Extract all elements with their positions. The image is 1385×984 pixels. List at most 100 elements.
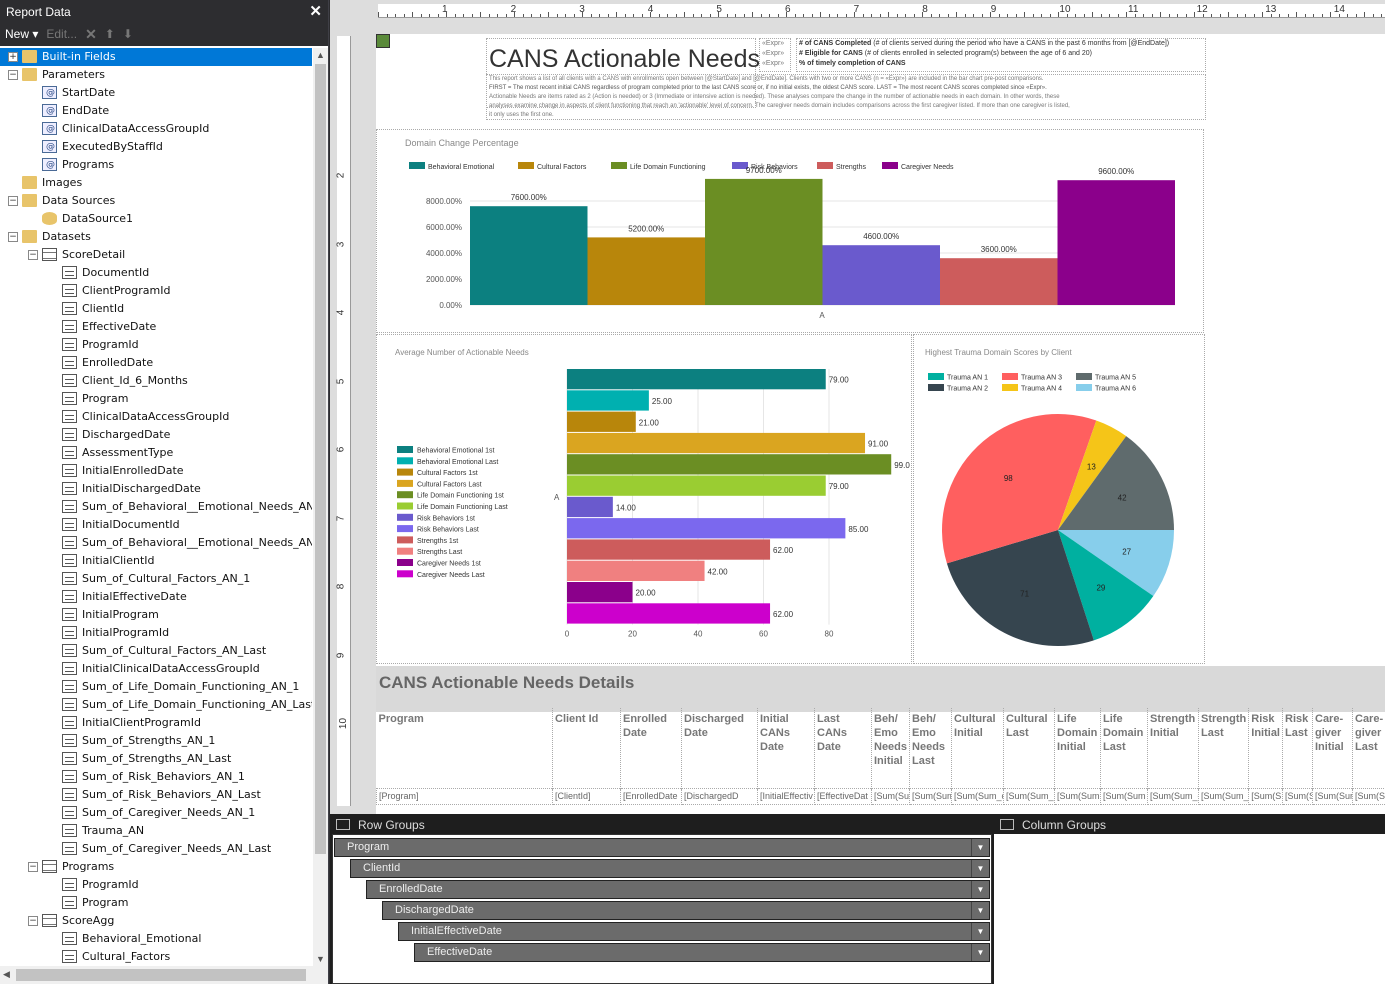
chevron-down-icon[interactable]: ▼ [971,860,989,877]
row-group-enrolleddate[interactable]: EnrolledDate ▼ [366,880,990,899]
edit-button[interactable]: Edit... [46,27,77,41]
tree-item-executedbystaffid[interactable]: ExecutedByStaffId [0,138,312,156]
column-header[interactable]: Beh/ Emo Needs Initial [871,708,911,788]
tree-item-clinicaldataaccessgroupid[interactable]: ClinicalDataAccessGroupId [0,120,312,138]
chevron-down-icon[interactable]: ▼ [971,881,989,898]
tree-item-initialclientid[interactable]: InitialClientId [0,552,312,570]
column-header[interactable]: Strength Initial [1147,708,1200,788]
tree-item-enrolleddate[interactable]: EnrolledDate [0,354,312,372]
table-cell[interactable]: [Program] [376,787,553,805]
image-icon[interactable] [376,34,390,48]
column-header[interactable]: Strength Last [1198,708,1250,788]
table-cell[interactable]: [Sum(Sum_o [1198,787,1250,805]
table-cell[interactable]: [Sum(Sum_ [1003,787,1056,805]
tree-item-data-sources[interactable]: − Data Sources [0,192,312,210]
tree-item-sum-of-life-domain-functioning-an-1[interactable]: Sum_of_Life_Domain_Functioning_AN_1 [0,678,312,696]
tree-item-program[interactable]: Program [0,894,312,912]
tree-item-effectivedate[interactable]: EffectiveDate [0,318,312,336]
tree-item-sum-of-behavioral-emotional-needs-an-la[interactable]: Sum_of_Behavioral__Emotional_Needs_AN_La [0,534,312,552]
collapse-icon[interactable]: − [8,232,18,242]
tree-item-initialdischargeddate[interactable]: InitialDischargedDate [0,480,312,498]
column-header[interactable]: Last CANs Date [814,708,872,788]
tree-item-cultural-factors[interactable]: Cultural_Factors [0,948,312,966]
details-table[interactable]: Program Client Id Enrolled Date Discharged … [376,708,1385,808]
move-down-icon[interactable]: ⬇ [123,27,133,41]
expr-boxes[interactable]: «Expr» «Expr» «Expr» [759,38,791,72]
tree-item-behavioral-emotional[interactable]: Behavioral_Emotional [0,930,312,948]
table-cell[interactable]: [DischargedD [681,787,758,805]
tree-item-scoredetail[interactable]: − ScoreDetail [0,246,312,264]
table-cell[interactable]: [Sum(Sum [909,787,953,805]
tree-item-initialclinicaldataaccessgroupid[interactable]: InitialClinicalDataAccessGroupId [0,660,312,678]
tree-item-sum-of-caregiver-needs-an-last[interactable]: Sum_of_Caregiver_Needs_AN_Last [0,840,312,858]
tree-item-documentid[interactable]: DocumentId [0,264,312,282]
tree-item-images[interactable]: Images [0,174,312,192]
close-icon[interactable]: ✕ [309,2,322,20]
column-header[interactable]: Cultural Last [1003,708,1056,788]
tree-item-sum-of-risk-behaviors-an-1[interactable]: Sum_of_Risk_Behaviors_AN_1 [0,768,312,786]
tree-item-clientid[interactable]: ClientId [0,300,312,318]
tree-item-client-id-6-months[interactable]: Client_Id_6_Months [0,372,312,390]
tree-item-initialenrolleddate[interactable]: InitialEnrolledDate [0,462,312,480]
move-up-icon[interactable]: ⬆ [105,27,115,41]
tree-item-parameters[interactable]: − Parameters [0,66,312,84]
table-cell[interactable]: [EffectiveDat [814,787,872,805]
table-cell[interactable]: [Sum(Sum [1100,787,1149,805]
tree-item-programid[interactable]: ProgramId [0,876,312,894]
details-title-band[interactable]: CANS Actionable Needs Details [376,666,1385,712]
tree-item-dischargeddate[interactable]: DischargedDate [0,426,312,444]
tree-item-assessmenttype[interactable]: AssessmentType [0,444,312,462]
row-group-initialeffectivedate[interactable]: InitialEffectiveDate ▼ [398,922,990,941]
column-header[interactable]: Enrolled Date [620,708,682,788]
tree-vertical-scrollbar[interactable]: ▲ ▼ [313,48,328,966]
tree-item-initialprogramid[interactable]: InitialProgramId [0,624,312,642]
column-header[interactable]: Risk Initial [1248,708,1283,788]
column-header[interactable]: Program [376,708,553,788]
report-body[interactable]: CANS Actionable Needs «Expr» «Expr» «Exp… [376,34,1385,814]
column-header[interactable]: Beh/ Emo Needs Last [909,708,953,788]
tree-item-clientprogramid[interactable]: ClientProgramId [0,282,312,300]
chevron-down-icon[interactable]: ▼ [971,944,989,961]
collapse-icon[interactable]: − [28,916,38,926]
column-header[interactable]: Care- giver Last [1352,708,1385,788]
column-header[interactable]: Risk Last [1282,708,1313,788]
row-group-dischargeddate[interactable]: DischargedDate ▼ [382,901,990,920]
column-header[interactable]: Cultural Initial [951,708,1005,788]
tree-item-initialeffectivedate[interactable]: InitialEffectiveDate [0,588,312,606]
tree-item-startdate[interactable]: StartDate [0,84,312,102]
tree-item-clinicaldataaccessgroupid[interactable]: ClinicalDataAccessGroupId [0,408,312,426]
column-header[interactable]: Life Domain Initial [1054,708,1102,788]
table-cell[interactable]: [Sum(Sum [1054,787,1102,805]
tree-item-initialprogram[interactable]: InitialProgram [0,606,312,624]
chevron-down-icon[interactable]: ▼ [971,902,989,919]
trauma-pie-chart[interactable]: Highest Trauma Domain Scores by Client Tr… [913,334,1205,664]
scroll-up-icon[interactable]: ▲ [316,50,325,60]
table-cell[interactable]: [ClientId] [552,787,621,805]
tree-item-initialclientprogramid[interactable]: InitialClientProgramId [0,714,312,732]
table-cell[interactable]: [Sum(S [1282,787,1313,805]
scroll-thumb[interactable] [315,64,326,854]
tree-item-trauma-an[interactable]: Trauma_AN [0,822,312,840]
table-cell[interactable]: [Sum(Sum [870,787,911,805]
description-textbox[interactable]: This report shows a list of all clients … [486,74,1206,120]
column-header[interactable]: Care- giver Initial [1312,708,1353,788]
table-cell[interactable]: [Sum(Sum_o [1147,787,1200,805]
collapse-icon[interactable]: − [28,862,38,872]
average-actionable-needs-chart[interactable]: Average Number of Actionable Needs Behavi… [376,334,912,664]
column-header[interactable]: Client Id [552,708,621,788]
tree-horizontal-scrollbar[interactable]: ◀ [0,966,328,984]
table-cell[interactable]: [Sum(Sur [1312,787,1353,805]
table-cell[interactable]: [Sum(Sum_c [951,787,1005,805]
tree-item-sum-of-strengths-an-last[interactable]: Sum_of_Strengths_AN_Last [0,750,312,768]
tree-item-sum-of-risk-behaviors-an-last[interactable]: Sum_of_Risk_Behaviors_AN_Last [0,786,312,804]
domain-change-chart[interactable]: Domain Change Percentage Behavioral Emoti… [376,129,1204,333]
tree-item-sum-of-cultural-factors-an-last[interactable]: Sum_of_Cultural_Factors_AN_Last [0,642,312,660]
expand-icon[interactable]: + [8,52,18,62]
tree-item-sum-of-strengths-an-1[interactable]: Sum_of_Strengths_AN_1 [0,732,312,750]
collapse-icon[interactable]: − [28,250,38,260]
tree-item-built-in-fields[interactable]: + Built-in Fields [0,48,312,66]
tree-item-sum-of-life-domain-functioning-an-last[interactable]: Sum_of_Life_Domain_Functioning_AN_Last [0,696,312,714]
tree-item-programs[interactable]: Programs [0,156,312,174]
column-header[interactable]: Initial CANs Date [757,708,815,788]
table-cell[interactable]: [EnrolledDate [620,787,682,805]
